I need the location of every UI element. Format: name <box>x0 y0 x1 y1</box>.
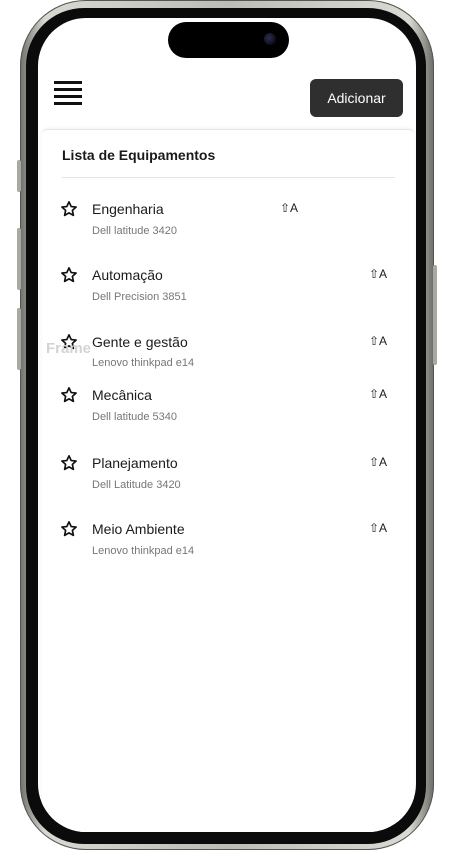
list-item-meio-ambiente[interactable]: Meio Ambiente Lenovo thinkpad e14 ⇧A <box>60 520 405 564</box>
add-button[interactable]: Adicionar <box>310 79 403 117</box>
app-screen: Adicionar Lista de Equipamentos Engenhar… <box>38 18 416 832</box>
phone-side-button <box>17 160 21 192</box>
item-name: Engenharia <box>92 201 164 217</box>
phone-side-button <box>17 308 21 370</box>
star-outline-icon[interactable] <box>60 454 78 472</box>
dynamic-island <box>168 22 289 58</box>
item-name: Mecânica <box>92 387 152 403</box>
item-model: Lenovo thinkpad e14 <box>92 357 195 369</box>
star-outline-icon[interactable] <box>60 266 78 284</box>
list-title: Lista de Equipamentos <box>62 147 216 163</box>
item-model: Dell Precision 3851 <box>92 291 187 303</box>
hamburger-menu-icon[interactable] <box>54 81 82 105</box>
phone-side-button <box>17 228 21 290</box>
list-item-automacao[interactable]: Automação Dell Precision 3851 ⇧A <box>60 266 405 310</box>
item-model: Dell latitude 3420 <box>92 225 178 237</box>
equipment-list-card: Lista de Equipamentos Engenharia Dell la… <box>42 129 414 832</box>
frame-label: Frame <box>46 340 92 357</box>
item-shortcut: ⇧A <box>280 201 299 215</box>
item-shortcut: ⇧A <box>369 521 388 535</box>
item-shortcut: ⇧A <box>369 267 388 281</box>
phone-power-button <box>433 265 437 365</box>
list-item-engenharia[interactable]: Engenharia Dell latitude 3420 ⇧A <box>60 200 405 244</box>
item-model: Dell Latitude 3420 <box>92 479 181 491</box>
camera-lens-icon <box>264 33 276 45</box>
item-shortcut: ⇧A <box>369 334 388 348</box>
item-name: Automação <box>92 267 163 283</box>
item-name: Gente e gestão <box>92 334 188 350</box>
list-item-gente-e-gestao[interactable]: Gente e gestão Lenovo thinkpad e14 ⇧A <box>60 333 405 377</box>
item-model: Dell latitude 5340 <box>92 411 178 423</box>
item-model: Lenovo thinkpad e14 <box>92 545 195 557</box>
star-outline-icon[interactable] <box>60 386 78 404</box>
list-item-planejamento[interactable]: Planejamento Dell Latitude 3420 ⇧A <box>60 454 405 498</box>
item-name: Meio Ambiente <box>92 521 185 537</box>
list-item-mecanica[interactable]: Mecânica Dell latitude 5340 ⇧A <box>60 386 405 430</box>
item-shortcut: ⇧A <box>369 455 388 469</box>
star-outline-icon[interactable] <box>60 520 78 538</box>
item-name: Planejamento <box>92 455 178 471</box>
star-outline-icon[interactable] <box>60 200 78 218</box>
divider <box>62 177 395 178</box>
item-shortcut: ⇧A <box>369 387 388 401</box>
